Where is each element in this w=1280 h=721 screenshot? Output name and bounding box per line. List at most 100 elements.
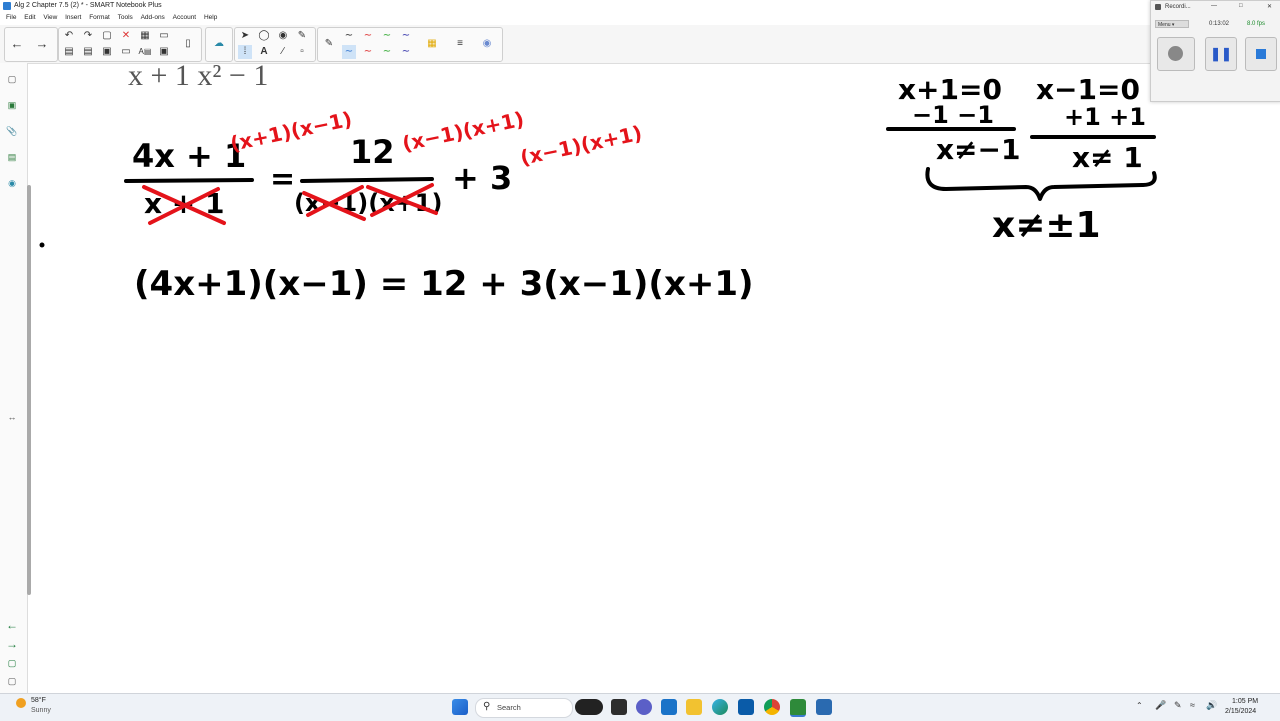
recorder-menu-dropdown[interactable]: Menu ▾	[1155, 20, 1189, 28]
shapes-icon[interactable]: ◯	[257, 29, 271, 43]
import-icon[interactable]: ▤	[62, 45, 76, 59]
file-explorer-icon[interactable]	[686, 699, 702, 715]
pen-style-4-icon[interactable]: ∼	[399, 29, 413, 43]
pause-button[interactable]: ❚❚	[1205, 37, 1237, 71]
fill-icon[interactable]: ◉	[276, 29, 290, 43]
side-b-add: +1 +1	[1064, 103, 1146, 131]
eq1-equals: =	[270, 162, 295, 197]
delete-page-sidebar-icon[interactable]: ▢	[6, 675, 18, 687]
undo-icon[interactable]: ↶	[62, 29, 76, 43]
delete-icon[interactable]: ✕	[119, 29, 133, 43]
stop-icon	[1256, 49, 1266, 59]
vertical-scrollbar[interactable]	[27, 185, 31, 595]
add-page-icon[interactable]: ▢	[100, 29, 114, 43]
recorder-taskbar-icon[interactable]	[816, 699, 832, 715]
pen-style-2-icon[interactable]: ∼	[361, 29, 375, 43]
eraser-icon[interactable]: ▫	[295, 45, 309, 59]
menu-account[interactable]: Account	[173, 12, 197, 24]
pen-style-6-icon[interactable]: ∼	[361, 45, 375, 59]
menu-view[interactable]: View	[43, 12, 57, 24]
table-icon[interactable]: ▦	[138, 29, 152, 43]
previous-page-icon[interactable]: ←	[6, 619, 18, 631]
task-view-icon[interactable]	[611, 699, 627, 715]
screen-shade-icon[interactable]: ▭	[157, 29, 171, 43]
copilot-pill-icon[interactable]	[575, 699, 603, 715]
menu-format[interactable]: Format	[89, 12, 110, 24]
menu-insert[interactable]: Insert	[65, 12, 81, 24]
text-recognition-icon[interactable]: A▤	[138, 45, 152, 59]
response-icon[interactable]: ☁	[212, 37, 226, 51]
back-arrow-icon[interactable]: ←	[10, 37, 24, 51]
eq1-plus-three: + 3	[452, 159, 512, 197]
taskbar-time[interactable]: 1:05 PM	[1232, 698, 1258, 705]
gallery-icon[interactable]: ▣	[6, 99, 18, 111]
eq2-expression: (4x+1)(x−1) = 12 + 3(x−1)(x+1)	[134, 264, 754, 304]
capture-icon[interactable]: ▣	[157, 45, 171, 59]
weather-temp[interactable]: 58°F	[31, 697, 46, 704]
select-icon[interactable]: ➤	[238, 29, 252, 43]
side-final-result: x≠±1	[992, 205, 1101, 246]
attachments-icon[interactable]: 📎	[6, 125, 18, 137]
properties-icon[interactable]: ◉	[480, 37, 494, 51]
menu-tools[interactable]: Tools	[118, 12, 133, 24]
add-page-sidebar-icon[interactable]: ▢	[6, 657, 18, 669]
weather-sun-icon[interactable]	[16, 698, 26, 708]
weather-desc[interactable]: Sunny	[31, 707, 51, 714]
recorder-maximize-icon[interactable]: □	[1239, 3, 1243, 9]
line-style-icon[interactable]: ≡	[453, 37, 467, 51]
addons-tab-icon[interactable]: ◉	[6, 177, 18, 189]
pen-style-3-icon[interactable]: ∼	[380, 29, 394, 43]
menu-edit[interactable]: Edit	[24, 12, 35, 24]
display-icon[interactable]: ▭	[119, 45, 133, 59]
paste-icon[interactable]: ▤	[81, 45, 95, 59]
microphone-icon[interactable]: 🎤	[1155, 700, 1166, 711]
magic-pen-icon[interactable]: ✎	[295, 29, 309, 43]
pen-icon[interactable]: ✎	[322, 37, 336, 51]
pen-tray-icon[interactable]: ✎	[1174, 700, 1182, 711]
side-a-result: x≠−1	[936, 133, 1020, 166]
properties-tab-icon[interactable]: ▤	[6, 151, 18, 163]
pen-tool-icon[interactable]: ⁞	[238, 45, 252, 59]
outlook-icon[interactable]	[738, 699, 754, 715]
save-icon[interactable]: ▣	[100, 45, 114, 59]
pen-style-5-icon[interactable]: ∼	[342, 45, 356, 59]
menu-addons[interactable]: Add-ons	[141, 12, 165, 24]
resize-handle-icon[interactable]: ↔	[6, 411, 18, 423]
edge-icon[interactable]	[712, 699, 728, 715]
recorder-time: 0:13:02	[1209, 21, 1230, 27]
recorder-close-icon[interactable]: ✕	[1267, 3, 1272, 10]
recorder-minimize-icon[interactable]: —	[1211, 3, 1217, 9]
whiteboard-canvas[interactable]: x + 1 x² − 1 4x + 1 x + 1 (x+1)(x−1) = 1…	[32, 59, 1280, 693]
eq1-three-multiplier: (x−1)(x+1)	[518, 121, 644, 170]
redo-icon[interactable]: ↷	[81, 29, 95, 43]
teams-chat-icon[interactable]	[636, 699, 652, 715]
tray-overflow-icon[interactable]: ⌃	[1136, 701, 1143, 710]
color-palette-icon[interactable]: ▦	[425, 37, 439, 51]
smart-notebook-icon	[3, 2, 11, 10]
document-camera-icon[interactable]: ▯	[181, 37, 195, 51]
pen-style-8-icon[interactable]: ∼	[399, 45, 413, 59]
text-tool-icon[interactable]: A	[257, 45, 271, 59]
page-sorter-icon[interactable]: ▢	[6, 73, 18, 85]
wifi-icon[interactable]: ≈	[1190, 700, 1195, 710]
menu-file[interactable]: File	[6, 12, 16, 24]
taskbar-date[interactable]: 2/15/2024	[1225, 708, 1256, 715]
pen-style-1-icon[interactable]: ∼	[342, 29, 356, 43]
pen-style-7-icon[interactable]: ∼	[380, 45, 394, 59]
forward-arrow-icon[interactable]: →	[35, 37, 49, 51]
next-page-icon[interactable]: →	[6, 638, 18, 650]
store-icon[interactable]	[661, 699, 677, 715]
search-box[interactable]: ⚲ Search	[475, 698, 573, 718]
volume-icon[interactable]: 🔊	[1206, 700, 1217, 711]
nav-group: ← →	[4, 27, 58, 62]
line-tool-icon[interactable]: ∕	[276, 45, 290, 59]
start-windows-icon[interactable]	[452, 699, 468, 715]
smart-notebook-taskbar-icon[interactable]	[790, 699, 806, 717]
recorder-app-icon	[1155, 4, 1161, 10]
eq1-right-numerator: 12	[350, 133, 395, 171]
chrome-icon[interactable]	[764, 699, 780, 715]
stop-button[interactable]	[1245, 37, 1277, 71]
record-icon	[1168, 46, 1183, 61]
record-button[interactable]	[1157, 37, 1195, 71]
menu-help[interactable]: Help	[204, 12, 217, 24]
